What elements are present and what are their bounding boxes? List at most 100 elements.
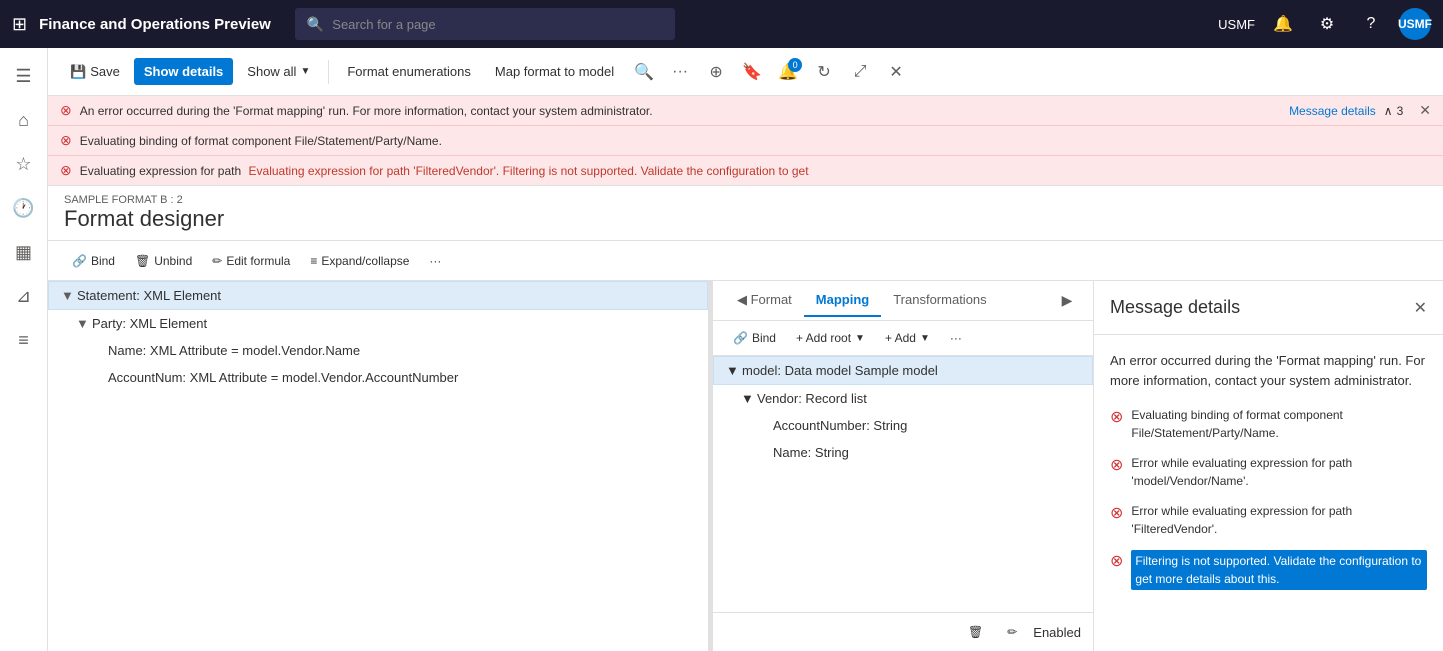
tree-item-accountnum[interactable]: AccountNum: XML Attribute = model.Vendor… — [48, 364, 708, 391]
app-title: Finance and Operations Preview — [39, 16, 271, 33]
mapping-item-label-vendor: Vendor: Record list — [757, 391, 867, 406]
content-area: 💾 Save Show details Show all ▼ Format en… — [48, 48, 1443, 651]
designer-header: SAMPLE FORMAT B : 2 Format designer — [48, 186, 1443, 241]
designer-title: Format designer — [64, 206, 1427, 232]
main-layout: ☰ ⌂ ☆ 🕐 ▦ ⊿ ≡ 💾 Save Show details Show a… — [0, 48, 1443, 651]
sidebar-item-modules[interactable]: ≡ — [4, 320, 44, 360]
message-item-text-4: Filtering is not supported. Validate the… — [1131, 550, 1427, 590]
toolbar-popout-button[interactable]: ⤢ — [844, 56, 876, 88]
error-extra-text: Evaluating expression for path 'Filtered… — [249, 164, 809, 178]
toolbar-more-button[interactable]: ··· — [664, 56, 696, 88]
mapping-tab-nav[interactable]: ▶ — [1053, 287, 1081, 315]
error-nav-up[interactable]: ∧ — [1384, 104, 1393, 118]
mapping-item-name[interactable]: Name: String — [713, 439, 1093, 466]
org-label: USMF — [1218, 17, 1255, 32]
error-nav: ∧ 3 — [1384, 104, 1403, 118]
delete-button[interactable]: 🗑 — [960, 621, 991, 643]
status-text: Enabled — [1033, 625, 1081, 640]
show-all-button[interactable]: Show all ▼ — [237, 58, 320, 85]
tab-format[interactable]: ◀ Format — [725, 284, 804, 318]
error-banners: ⊗ An error occurred during the 'Format m… — [48, 96, 1443, 186]
edit-formula-icon: ✏ — [212, 254, 222, 268]
notifications-button[interactable]: 🔔 — [1267, 8, 1299, 40]
tree-item-name[interactable]: Name: XML Attribute = model.Vendor.Name — [48, 337, 708, 364]
message-item-text-2: Error while evaluating expression for pa… — [1131, 454, 1427, 490]
message-panel-title: Message details — [1110, 297, 1240, 318]
map-format-button[interactable]: Map format to model — [485, 58, 624, 85]
toolbar-refresh-button[interactable]: ↻ — [808, 56, 840, 88]
nav-right: USMF 🔔 ⚙ ? USMF — [1218, 8, 1431, 40]
help-button[interactable]: ? — [1355, 8, 1387, 40]
expand-collapse-button[interactable]: ≡ Expand/collapse — [302, 250, 417, 272]
tree-item-statement[interactable]: ▼ Statement: XML Element — [48, 281, 708, 310]
toolbar-badge-button[interactable]: 🔔 0 — [772, 56, 804, 88]
format-panel: ▼ Statement: XML Element ▼ Party: XML El… — [48, 281, 709, 651]
message-item-text-3: Error while evaluating expression for pa… — [1131, 502, 1427, 538]
mapping-item-label-name: Name: String — [773, 445, 849, 460]
tab-mapping[interactable]: Mapping — [804, 284, 881, 317]
sidebar-item-recent[interactable]: 🕐 — [4, 188, 44, 228]
tab-transformations[interactable]: Transformations — [881, 284, 998, 317]
delete-icon: 🗑 — [968, 625, 983, 639]
toolbar-compare-button[interactable]: ⊕ — [700, 56, 732, 88]
mapping-add-root-button[interactable]: + Add root ▼ — [788, 327, 873, 349]
edit-formula-button[interactable]: ✏ Edit formula — [204, 250, 298, 272]
message-panel-close-button[interactable]: ✕ — [1414, 298, 1427, 318]
designer-toolbar: 🔗 Bind 🗑 Unbind ✏ Edit formula ≡ Expand/… — [48, 241, 1443, 281]
error-icon-2: ⊗ — [60, 132, 72, 149]
sidebar-item-filter[interactable]: ⊿ — [4, 276, 44, 316]
designer-subtitle: SAMPLE FORMAT B : 2 — [64, 194, 1427, 206]
toolbar-bookmark-button[interactable]: 🔖 — [736, 56, 768, 88]
sidebar-item-home[interactable]: ⌂ — [4, 100, 44, 140]
tree-item-label-party: Party: XML Element — [92, 316, 696, 331]
error-count: 3 — [1397, 104, 1404, 118]
mapping-bind-button[interactable]: 🔗 Bind — [725, 327, 784, 349]
bind-button[interactable]: 🔗 Bind — [64, 250, 123, 272]
toolbar-separator-1 — [328, 60, 329, 84]
sidebar-item-workspaces[interactable]: ▦ — [4, 232, 44, 272]
toolbar-search-button[interactable]: 🔍 — [628, 56, 660, 88]
avatar[interactable]: USMF — [1399, 8, 1431, 40]
message-item-icon-3: ⊗ — [1110, 503, 1123, 523]
mapping-add-button[interactable]: + Add ▼ — [877, 327, 938, 349]
mapping-item-accountnumber[interactable]: AccountNumber: String — [713, 412, 1093, 439]
edit-button[interactable]: ✏ — [999, 621, 1025, 643]
mapping-more-button[interactable]: ··· — [942, 327, 970, 349]
tree-item-label-statement: Statement: XML Element — [77, 288, 695, 303]
show-details-button[interactable]: Show details — [134, 58, 233, 85]
error-banner-1: ⊗ An error occurred during the 'Format m… — [48, 96, 1443, 126]
error-banner-2: ⊗ Evaluating binding of format component… — [48, 126, 1443, 156]
more-options-button[interactable]: ··· — [421, 250, 449, 272]
error-icon-3: ⊗ — [60, 162, 72, 179]
sidebar-item-favorites[interactable]: ☆ — [4, 144, 44, 184]
search-input[interactable] — [332, 17, 663, 32]
mapping-tabs: ◀ Format Mapping Transformations ▶ — [713, 281, 1093, 321]
save-icon: 💾 — [70, 64, 86, 80]
expand-collapse-icon: ≡ — [310, 254, 317, 268]
mapping-footer: 🗑 ✏ Enabled — [713, 612, 1093, 651]
save-button[interactable]: 💾 Save — [60, 58, 130, 86]
expand-icon-model: ▼ — [726, 363, 742, 378]
error-close[interactable]: ✕ — [1419, 102, 1431, 119]
tree-item-party[interactable]: ▼ Party: XML Element — [48, 310, 708, 337]
error-icon-1: ⊗ — [60, 102, 72, 119]
settings-button[interactable]: ⚙ — [1311, 8, 1343, 40]
mapping-item-label-accountnumber: AccountNumber: String — [773, 418, 907, 433]
search-icon: 🔍 — [307, 16, 324, 33]
unbind-button[interactable]: 🗑 Unbind — [127, 250, 200, 272]
toolbar-close-button[interactable]: ✕ — [880, 56, 912, 88]
grid-icon[interactable]: ⊞ — [12, 14, 27, 35]
message-item-icon-1: ⊗ — [1110, 407, 1123, 427]
mapping-item-label-model: model: Data model Sample model — [742, 363, 938, 378]
expand-icon-party: ▼ — [76, 316, 92, 331]
sidebar-item-collapse[interactable]: ☰ — [4, 56, 44, 96]
mapping-item-model[interactable]: ▼ model: Data model Sample model — [713, 356, 1093, 385]
bind-icon: 🔗 — [72, 254, 87, 268]
add-root-dropdown-icon: ▼ — [855, 333, 865, 344]
format-enumerations-button[interactable]: Format enumerations — [337, 58, 481, 85]
expand-icon-statement: ▼ — [61, 288, 77, 303]
error-text-2: Evaluating binding of format component F… — [80, 134, 1431, 148]
search-bar[interactable]: 🔍 — [295, 8, 675, 40]
mapping-item-vendor[interactable]: ▼ Vendor: Record list — [713, 385, 1093, 412]
message-details-link[interactable]: Message details — [1289, 104, 1376, 118]
